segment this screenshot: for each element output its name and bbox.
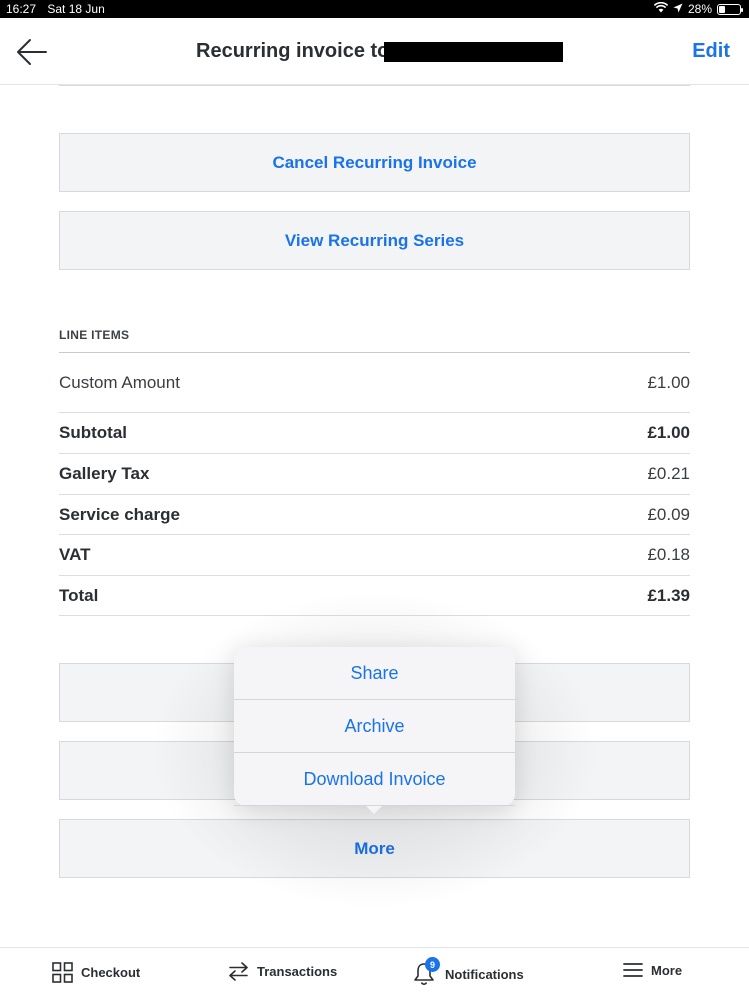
subtotal-amount: £1.00 (647, 423, 690, 442)
line-items-heading: LINE ITEMS (59, 328, 130, 342)
status-bar: 16:27 Sat 18 Jun 28% (0, 0, 749, 18)
subtotal-label: Subtotal (59, 423, 127, 442)
grid-icon (52, 962, 73, 983)
tab-more-label: More (651, 962, 683, 978)
tab-notifications[interactable]: 9 Notifications (413, 957, 524, 986)
page-title: Recurring invoice to (196, 40, 390, 62)
popover-arrow (366, 806, 382, 814)
location-arrow-icon (673, 2, 683, 16)
line-item-row: Custom Amount £1.00 (59, 353, 690, 413)
download-invoice-menu-item[interactable]: Download Invoice (234, 753, 515, 806)
tab-transactions-label: Transactions (257, 964, 338, 979)
total-row: Total £1.39 (59, 576, 690, 616)
edit-button[interactable]: Edit (692, 40, 730, 63)
redacted-customer-name (384, 42, 563, 62)
bell-icon-wrapper: 9 (413, 957, 440, 986)
total-amount: £1.39 (647, 585, 690, 605)
view-recurring-series-button[interactable]: View Recurring Series (59, 211, 690, 270)
tab-more[interactable]: More (623, 962, 682, 978)
more-button[interactable]: More (59, 819, 690, 878)
back-button[interactable] (14, 34, 50, 70)
status-date: Sat 18 Jun (47, 2, 105, 16)
swap-arrows-icon (229, 962, 248, 981)
navigation-header: Recurring invoice to Edit (0, 18, 749, 85)
service-charge-amount: £0.09 (647, 504, 690, 524)
battery-percentage: 28% (687, 2, 712, 16)
gallery-tax-amount: £0.21 (647, 464, 690, 483)
status-time: 16:27 (6, 2, 37, 16)
arrow-left-icon (17, 39, 47, 65)
gallery-tax-row: Gallery Tax £0.21 (59, 454, 690, 495)
hamburger-menu-icon (623, 963, 643, 977)
vat-label: VAT (59, 545, 91, 564)
bottom-tab-bar: Checkout Transactions 9 Notifications Mo… (0, 947, 749, 999)
share-menu-item[interactable]: Share (234, 647, 515, 700)
battery-icon (717, 3, 743, 15)
tab-notifications-label: Notifications (445, 966, 524, 982)
line-item-label: Custom Amount (59, 372, 180, 392)
line-item-amount: £1.00 (647, 372, 690, 392)
more-actions-popover: Share Archive Download Invoice (234, 647, 515, 814)
service-charge-label: Service charge (59, 504, 180, 524)
notifications-badge: 9 (425, 957, 440, 972)
total-label: Total (59, 585, 99, 605)
tab-transactions[interactable]: Transactions (228, 962, 337, 981)
gallery-tax-label: Gallery Tax (59, 464, 150, 483)
cancel-recurring-invoice-button[interactable]: Cancel Recurring Invoice (59, 133, 690, 192)
status-indicators: 28% (653, 1, 743, 16)
tab-checkout[interactable]: Checkout (52, 962, 140, 983)
wifi-icon (653, 1, 669, 16)
status-time-date: 16:27 Sat 18 Jun (6, 2, 113, 16)
service-charge-row: Service charge £0.09 (59, 495, 690, 535)
tab-checkout-label: Checkout (81, 965, 141, 980)
archive-menu-item[interactable]: Archive (234, 700, 515, 753)
vat-row: VAT £0.18 (59, 535, 690, 576)
subtotal-row: Subtotal £1.00 (59, 413, 690, 454)
divider (59, 85, 690, 86)
vat-amount: £0.18 (647, 545, 690, 564)
